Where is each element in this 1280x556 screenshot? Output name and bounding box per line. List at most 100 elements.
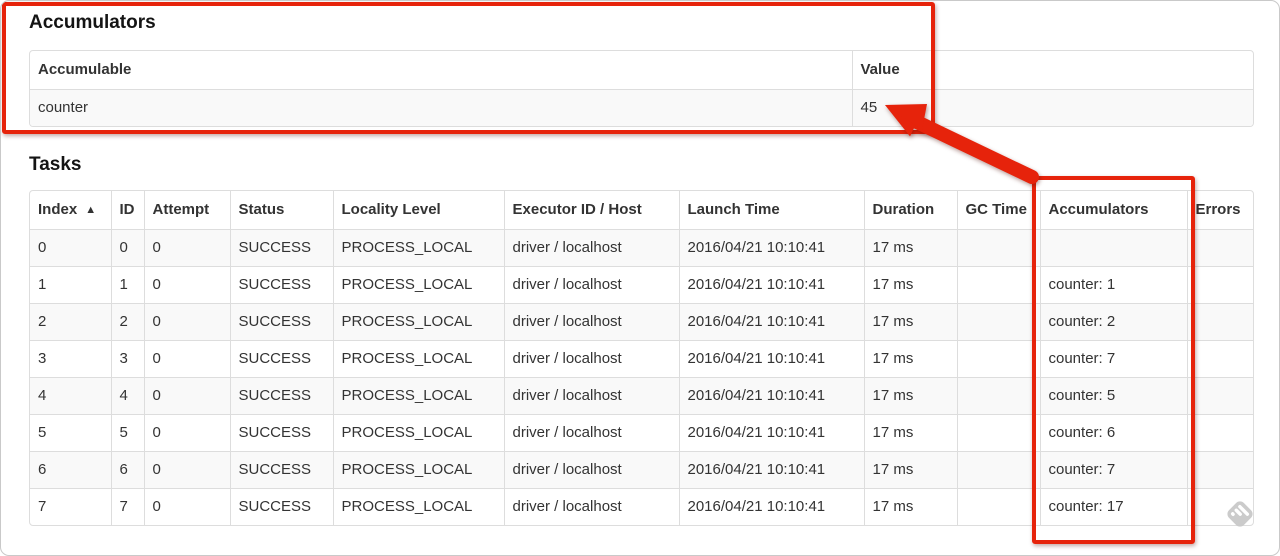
table-cell [956, 413, 1040, 451]
tasks-header-row: Index ▲ ID Attempt Status Locality Level … [30, 191, 1253, 230]
table-cell: counter: 1 [1039, 265, 1187, 303]
table-cell: 17 ms [863, 487, 957, 525]
accumulable-value-cell: 45 [851, 89, 1253, 126]
table-cell: 0 [38, 239, 47, 256]
table-cell: SUCCESS [229, 450, 333, 488]
table-cell: 4 [110, 376, 144, 414]
table-cell: SUCCESS [229, 265, 333, 303]
tasks-section-title: Tasks [29, 154, 82, 175]
table-cell: SUCCESS [229, 302, 333, 340]
table-cell: 17 ms [863, 450, 957, 488]
accumulators-table: Accumulable Value counter 45 [29, 50, 1254, 127]
column-header-status[interactable]: Status [229, 191, 333, 230]
table-cell: PROCESS_LOCAL [332, 376, 504, 414]
column-header-accumulators[interactable]: Accumulators [1039, 191, 1187, 230]
table-cell: 1 [30, 265, 111, 303]
accumulators-header-row: Accumulable Value [30, 51, 1253, 90]
table-cell [1039, 229, 1187, 266]
table-cell: PROCESS_LOCAL [332, 229, 504, 266]
table-cell: 2016/04/21 10:10:41 [678, 450, 864, 488]
table-cell: 2016/04/21 10:10:41 [678, 302, 864, 340]
table-cell: SUCCESS [229, 487, 333, 525]
column-header-attempt[interactable]: Attempt [143, 191, 230, 230]
table-cell: 2 [110, 302, 144, 340]
table-cell [956, 229, 1040, 266]
table-row: 1 1 0 SUCCESS PROCESS_LOCAL driver / localhos… [30, 265, 1253, 303]
table-cell: 0 [143, 265, 230, 303]
table-cell [956, 450, 1040, 488]
table-cell: 0 [143, 487, 230, 525]
table-cell: 0 [110, 229, 144, 266]
table-cell [1186, 302, 1253, 340]
spark-ui-page: Accumulators Accumulable Value counter 4… [0, 0, 1280, 556]
table-cell: 7 [110, 487, 144, 525]
table-cell: 2016/04/21 10:10:41 [678, 229, 864, 266]
table-cell [1186, 450, 1253, 488]
table-cell: SUCCESS [229, 376, 333, 414]
table-cell: 2016/04/21 10:10:41 [678, 339, 864, 377]
table-cell [956, 487, 1040, 525]
table-row: 4 4 0 SUCCESS PROCESS_LOCAL driver / localhos… [30, 376, 1253, 414]
table-cell: driver / localhost [503, 339, 679, 377]
table-cell: counter: 5 [1039, 376, 1187, 414]
table-cell: 17 ms [863, 302, 957, 340]
table-cell: 17 ms [863, 339, 957, 377]
table-cell: 2016/04/21 10:10:41 [678, 487, 864, 525]
column-header-launch-time[interactable]: Launch Time [678, 191, 864, 230]
table-row: 0 0 0 SUCCESS PROCESS_LOCAL driver / localhos… [30, 229, 1253, 266]
table-row: 5 5 0 SUCCESS PROCESS_LOCAL driver / localhos… [30, 413, 1253, 451]
table-row: 2 2 0 SUCCESS PROCESS_LOCAL driver / localhos… [30, 302, 1253, 340]
table-row: counter 45 [30, 89, 1253, 126]
table-cell: 2016/04/21 10:10:41 [678, 265, 864, 303]
table-cell: 2 [30, 302, 111, 340]
table-cell [1186, 487, 1253, 525]
column-header-id[interactable]: ID [110, 191, 144, 230]
table-cell: 0 [143, 413, 230, 451]
column-header-value: Value [851, 51, 1253, 90]
table-cell: 3 [30, 339, 111, 377]
table-cell [956, 339, 1040, 377]
table-cell: 0 [143, 450, 230, 488]
table-cell: driver / localhost [503, 302, 679, 340]
table-cell [1186, 376, 1253, 414]
table-cell: PROCESS_LOCAL [332, 487, 504, 525]
table-cell: PROCESS_LOCAL [332, 413, 504, 451]
table-row: 3 3 0 SUCCESS PROCESS_LOCAL driver / localhos… [30, 339, 1253, 377]
table-cell: PROCESS_LOCAL [332, 450, 504, 488]
table-row: 6 6 0 SUCCESS PROCESS_LOCAL driver / localhos… [30, 450, 1253, 488]
table-cell: counter: 7 [1039, 450, 1187, 488]
column-header-duration[interactable]: Duration [863, 191, 957, 230]
table-cell: 0 [143, 302, 230, 340]
column-header-locality-level[interactable]: Locality Level [332, 191, 504, 230]
table-cell: PROCESS_LOCAL [332, 339, 504, 377]
table-cell [1186, 339, 1253, 377]
table-cell: counter: 17 [1039, 487, 1187, 525]
table-cell: 1 [110, 265, 144, 303]
table-cell [1186, 413, 1253, 451]
accumulable-name-cell: counter [38, 99, 89, 117]
column-header-executor-id-host[interactable]: Executor ID / Host [503, 191, 679, 230]
table-cell: PROCESS_LOCAL [332, 265, 504, 303]
table-cell: 17 ms [863, 376, 957, 414]
table-cell [956, 302, 1040, 340]
table-cell: driver / localhost [503, 450, 679, 488]
column-header-index[interactable]: Index ▲ [30, 191, 111, 230]
table-cell: PROCESS_LOCAL [332, 302, 504, 340]
table-cell: 3 [110, 339, 144, 377]
table-cell: SUCCESS [229, 229, 333, 266]
table-cell: 17 ms [863, 413, 957, 451]
column-header-label: Index [38, 201, 78, 219]
table-cell [956, 376, 1040, 414]
table-cell: 7 [30, 487, 111, 525]
table-cell [956, 265, 1040, 303]
column-header-errors[interactable]: Errors [1186, 191, 1253, 230]
column-header-accumulable: Accumulable [30, 51, 852, 90]
table-cell: 6 [30, 450, 111, 488]
column-header-gc-time[interactable]: GC Time [956, 191, 1040, 230]
sort-ascending-icon: ▲ [85, 204, 97, 217]
table-cell: 5 [110, 413, 144, 451]
table-cell: driver / localhost [503, 413, 679, 451]
tasks-table: Index ▲ ID Attempt Status Locality Level … [29, 190, 1254, 526]
table-cell: driver / localhost [503, 265, 679, 303]
table-cell: counter: 2 [1039, 302, 1187, 340]
